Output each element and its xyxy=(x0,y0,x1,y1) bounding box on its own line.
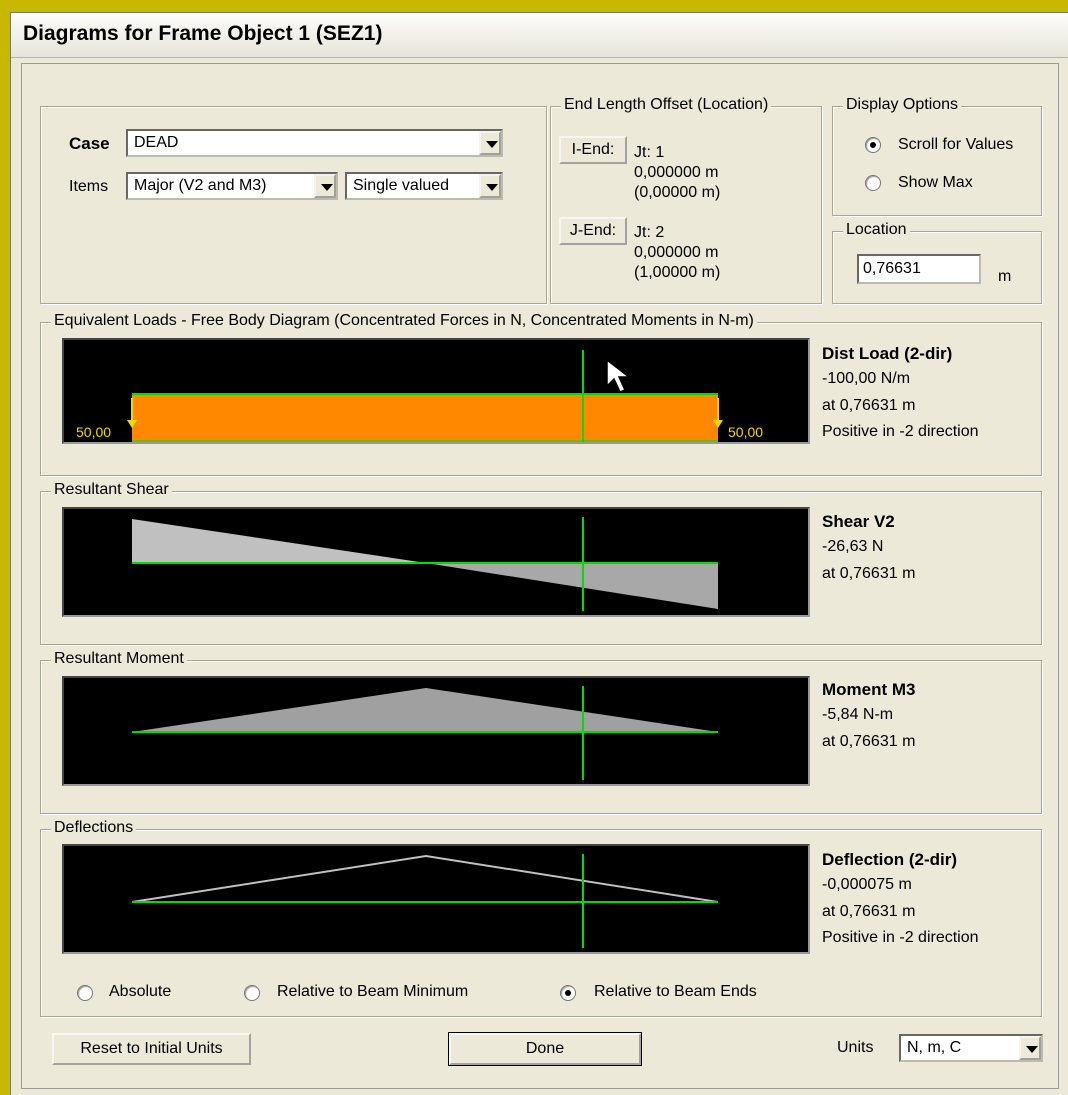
items-label: Items xyxy=(69,178,109,195)
moment-area xyxy=(132,688,718,732)
moment-diagram-svg xyxy=(132,686,718,780)
shear-positive-area xyxy=(132,519,426,563)
shear-negative-area xyxy=(426,563,718,609)
i-end-button[interactable]: I-End: xyxy=(559,136,627,164)
deflection-curve xyxy=(131,854,719,903)
items-valued-value: Single valued xyxy=(353,177,450,194)
shear-v2-at: at 0,76631 m xyxy=(822,565,916,582)
chevron-down-icon[interactable] xyxy=(314,174,336,198)
deflection-note: Positive in -2 direction xyxy=(822,929,979,946)
location-title: Location xyxy=(843,221,910,239)
relative-ends-label[interactable]: Relative to Beam Ends xyxy=(594,983,757,1001)
j-end-location: (1,00000 m) xyxy=(634,264,721,281)
equivalent-loads-title: Equivalent Loads - Free Body Diagram (Co… xyxy=(51,312,757,330)
case-label: Case xyxy=(69,134,110,153)
deflections-title: Deflections xyxy=(51,819,137,837)
title-bar[interactable]: Diagrams for Frame Object 1 (SEZ1) xyxy=(11,13,1068,58)
items-major-value: Major (V2 and M3) xyxy=(134,177,267,194)
units-label: Units xyxy=(837,1039,874,1056)
case-select-value: DEAD xyxy=(134,134,179,151)
end-length-offset-title: End Length Offset (Location) xyxy=(561,96,772,114)
deflection-diagram-svg xyxy=(131,854,719,948)
show-max-label[interactable]: Show Max xyxy=(898,174,973,192)
scroll-for-values-radio[interactable] xyxy=(865,137,881,153)
shear-diagram-svg xyxy=(132,517,718,611)
dialog-window: Diagrams for Frame Object 1 (SEZ1) Case … xyxy=(10,12,1068,1095)
scroll-for-values-label[interactable]: Scroll for Values xyxy=(898,136,1013,154)
deflection-title: Deflection (2-dir) xyxy=(822,850,958,869)
dist-load-at: at 0,76631 m xyxy=(822,397,916,414)
i-end-offset: 0,000000 m xyxy=(634,164,719,181)
dist-load-value: -100,00 N/m xyxy=(822,370,911,387)
location-unit: m xyxy=(998,268,1012,285)
dialog-client-area: Case DEAD Items Major (V2 and M3) Single… xyxy=(21,63,1059,1089)
items-valued-select[interactable]: Single valued xyxy=(345,172,503,200)
moment-m3-at: at 0,76631 m xyxy=(822,733,916,750)
absolute-radio[interactable] xyxy=(77,985,93,1001)
units-select[interactable]: N, m, C xyxy=(899,1034,1043,1062)
resultant-moment-title: Resultant Moment xyxy=(51,650,187,668)
moment-m3-title: Moment M3 xyxy=(822,680,916,699)
units-select-value: N, m, C xyxy=(907,1039,962,1056)
shear-v2-value: -26,63 N xyxy=(822,538,884,555)
j-end-offset: 0,000000 m xyxy=(634,244,719,261)
left-force-label: 50,00 xyxy=(76,424,112,440)
chevron-down-icon[interactable] xyxy=(1019,1036,1041,1060)
right-force-label: 50,00 xyxy=(728,424,764,440)
display-options-group: Display Options xyxy=(832,96,1042,216)
dist-load-title: Dist Load (2-dir) xyxy=(822,344,953,363)
j-end-button[interactable]: J-End: xyxy=(559,217,627,245)
moment-m3-value: -5,84 N-m xyxy=(822,706,894,723)
chevron-down-icon[interactable] xyxy=(479,174,501,198)
location-input[interactable] xyxy=(857,254,981,284)
absolute-label[interactable]: Absolute xyxy=(109,983,171,1001)
load-diagram-svg xyxy=(127,350,723,442)
shear-v2-title: Shear V2 xyxy=(822,512,895,531)
i-end-location: (0,00000 m) xyxy=(634,184,721,201)
load-diagram: 50,00 50,00 xyxy=(62,338,810,444)
window-title: Diagrams for Frame Object 1 (SEZ1) xyxy=(23,22,383,45)
show-max-radio[interactable] xyxy=(865,175,881,191)
resultant-shear-title: Resultant Shear xyxy=(51,481,172,499)
mouse-pointer-icon xyxy=(606,358,632,393)
relative-min-radio[interactable] xyxy=(244,985,260,1001)
display-options-title: Display Options xyxy=(843,96,962,114)
dist-load-note: Positive in -2 direction xyxy=(822,423,979,440)
case-select[interactable]: DEAD xyxy=(126,129,503,157)
deflection-value: -0,000075 m xyxy=(822,876,912,893)
done-button[interactable]: Done xyxy=(448,1032,642,1066)
moment-diagram xyxy=(62,676,810,786)
chevron-down-icon[interactable] xyxy=(479,131,501,155)
distributed-load-bar xyxy=(132,394,718,442)
i-end-joint: Jt: 1 xyxy=(634,144,665,161)
deflection-diagram xyxy=(62,844,810,954)
relative-ends-radio[interactable] xyxy=(560,985,576,1001)
deflection-at: at 0,76631 m xyxy=(822,903,916,920)
reset-units-button[interactable]: Reset to Initial Units xyxy=(52,1033,251,1065)
shear-diagram xyxy=(62,507,810,617)
relative-min-label[interactable]: Relative to Beam Minimum xyxy=(277,983,468,1001)
items-major-select[interactable]: Major (V2 and M3) xyxy=(126,172,338,200)
j-end-joint: Jt: 2 xyxy=(634,224,665,241)
